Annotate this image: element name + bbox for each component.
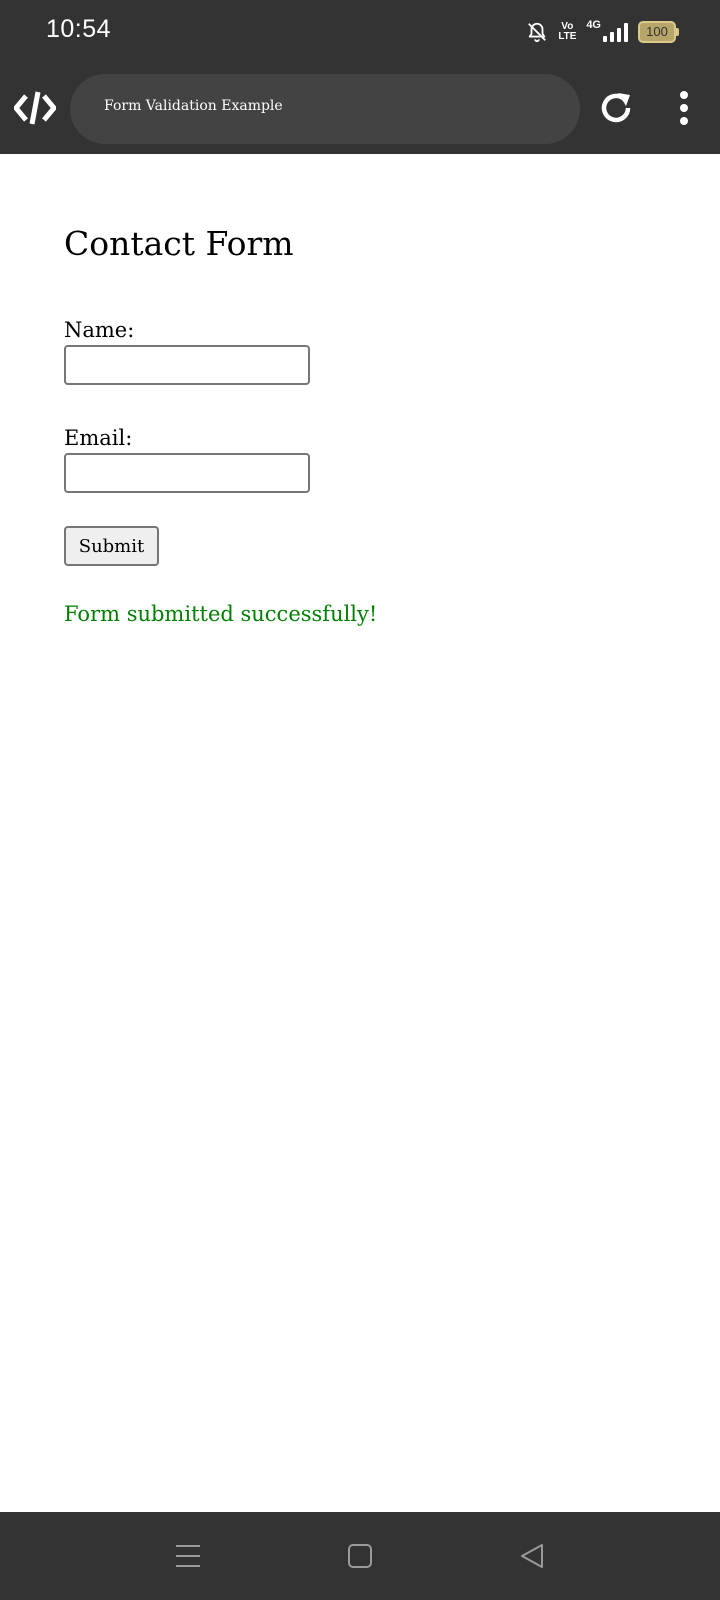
back-triangle-icon[interactable] (516, 1540, 548, 1572)
status-time: 10:54 (46, 15, 112, 43)
browser-toolbar: Form Validation Example (0, 62, 720, 154)
status-bar: 10:54 Vo LTE 4G 100 (0, 0, 720, 62)
volte-icon: Vo LTE (558, 22, 576, 42)
battery-level: 100 (646, 24, 668, 39)
mute-bell-icon (528, 22, 547, 43)
submit-button[interactable]: Submit (64, 526, 159, 566)
system-nav-bar (0, 1512, 720, 1600)
name-input[interactable] (64, 345, 310, 385)
web-content: Contact Form Name: Email: Submit Form su… (0, 154, 720, 1512)
status-icons: Vo LTE 4G 100 (526, 18, 679, 46)
signal-icon (603, 22, 628, 42)
name-label: Name: (64, 318, 135, 342)
reload-icon[interactable] (596, 88, 636, 128)
code-logo-icon[interactable] (14, 88, 56, 128)
battery-icon: 100 (638, 21, 679, 43)
more-vertical-icon[interactable] (668, 88, 700, 128)
email-input[interactable] (64, 453, 310, 493)
menu-icon[interactable] (172, 1540, 204, 1572)
page-tab-title: Form Validation Example (104, 98, 283, 114)
volte-bottom-text: LTE (558, 31, 577, 42)
email-label: Email: (64, 426, 133, 450)
network-type: 4G (586, 19, 601, 31)
home-square-icon[interactable] (344, 1540, 376, 1572)
address-bar[interactable]: Form Validation Example (70, 74, 580, 144)
page-title: Contact Form (64, 224, 294, 263)
success-message: Form submitted successfully! (64, 602, 378, 626)
